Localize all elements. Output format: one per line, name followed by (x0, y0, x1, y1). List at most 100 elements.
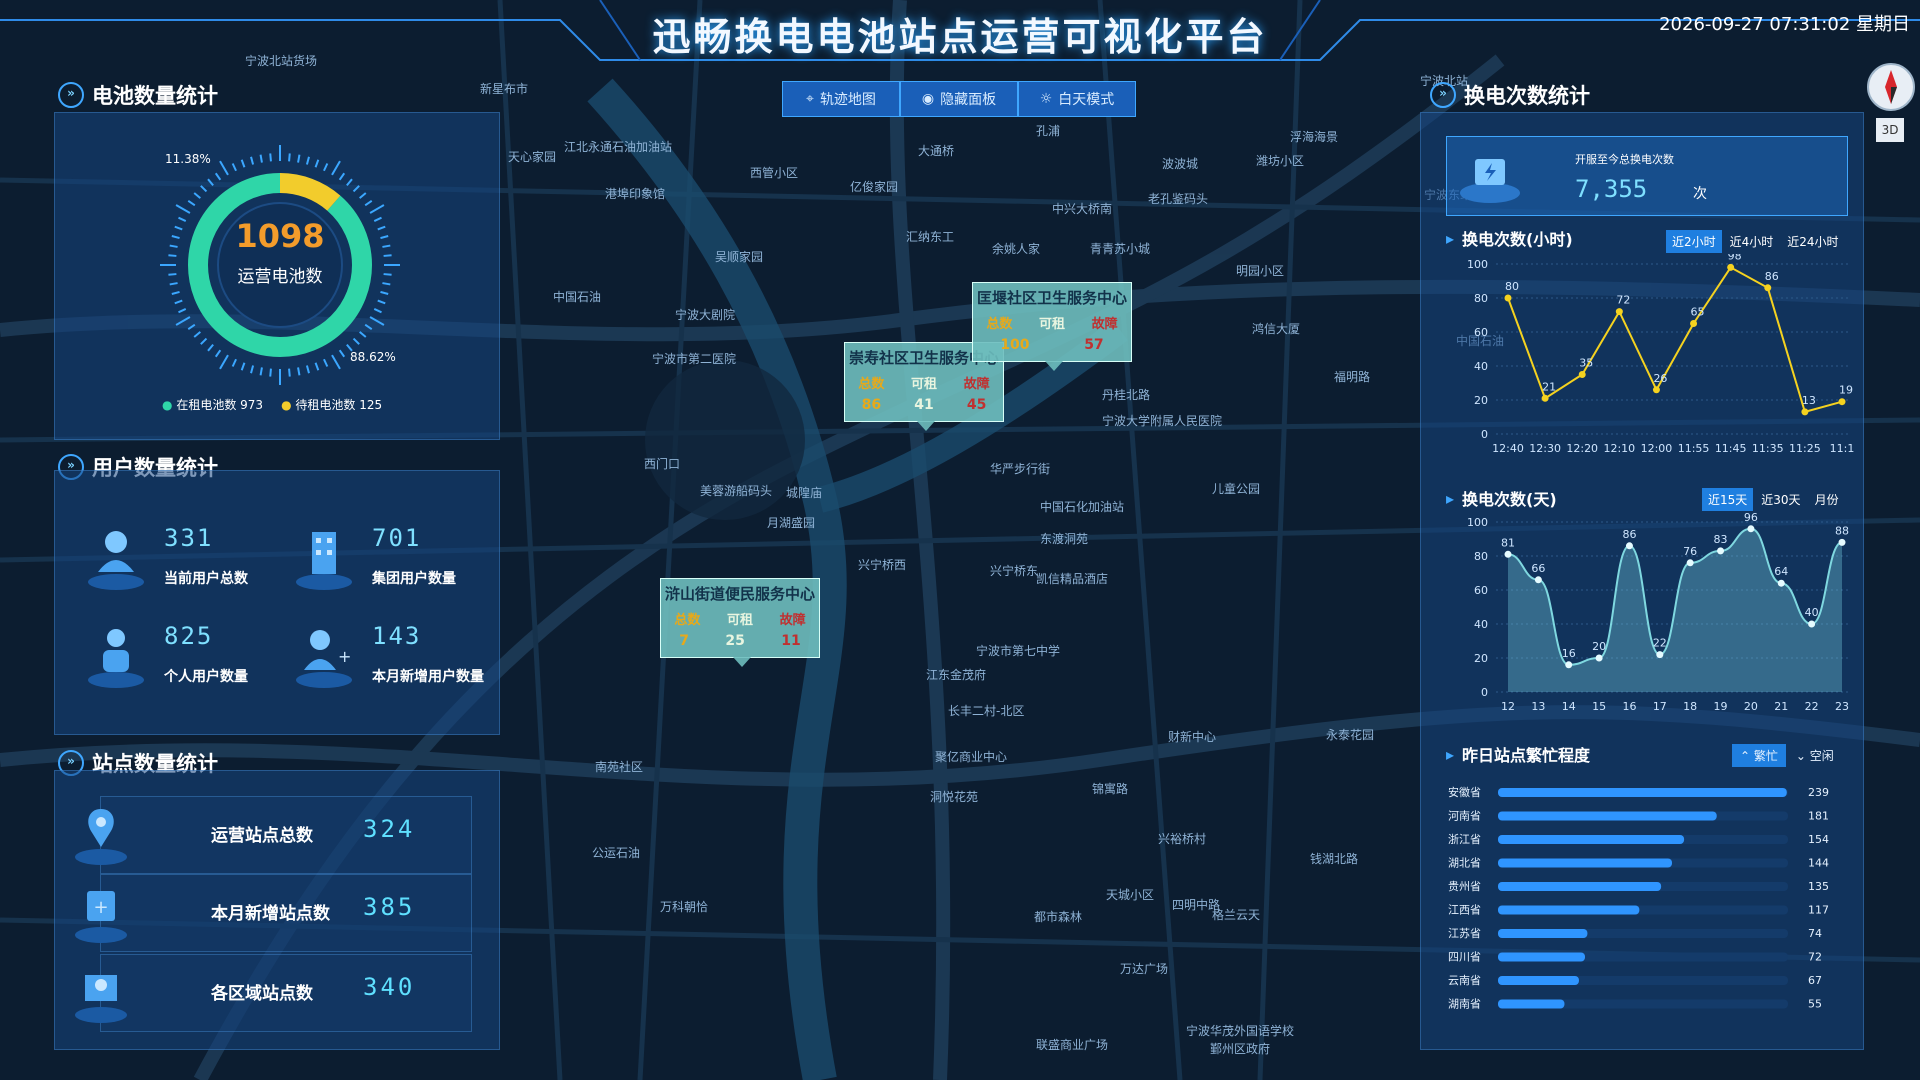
map-label: 鄞州区政府 (1210, 1042, 1271, 1056)
map-label: 宁波大学附属人民医院 (1102, 414, 1223, 428)
legend-dot-rented: ● (162, 398, 173, 412)
x-tick-label: 20 (1744, 700, 1758, 713)
map-station-popup[interactable]: 匡堰社区卫生服务中心 总数 可租 故障 100 57 (972, 282, 1132, 371)
busy-bar (1498, 976, 1579, 985)
svg-text:+: + (93, 897, 108, 918)
map-label: 南苑社区 (595, 760, 644, 774)
popup-pointer (917, 421, 935, 431)
donut-tick (214, 349, 222, 358)
daily-data-label: 66 (1531, 562, 1545, 575)
donut-tick (169, 244, 178, 248)
hourly-point (1504, 294, 1512, 302)
busy-button[interactable]: ⌃ 繁忙 (1732, 744, 1786, 767)
donut-tick (288, 153, 291, 162)
daily-point (1717, 547, 1725, 555)
donut-tick (373, 308, 382, 314)
legend-waiting: ● 待租电池数 125 (281, 398, 383, 412)
tab-15d[interactable]: 近15天 (1702, 488, 1754, 511)
donut-tick (331, 160, 341, 176)
map-label: 宁波大剧院 (675, 308, 736, 322)
idle-button[interactable]: ⌄ 空闲 (1792, 744, 1838, 767)
track-map-button[interactable]: ⌖ 轨迹地图 (782, 81, 900, 117)
busy-value-label: 144 (1808, 857, 1829, 870)
map-label: 月湖盛园 (767, 516, 816, 530)
battery-total-label: 运营电池数 (238, 267, 323, 287)
col-total: 总数 (858, 377, 885, 392)
donut-tick (383, 254, 392, 257)
map-label: 美蓉游船码头 (700, 484, 773, 498)
donut-tick (174, 299, 183, 305)
x-tick-label: 11:1 (1830, 442, 1855, 455)
map-station-popup[interactable]: 浒山街道便民服务中心 总数 可租 故障 7 25 11 (660, 578, 820, 667)
map-label: 儿童公园 (1212, 482, 1261, 496)
tab-2h[interactable]: 近2小时 (1666, 230, 1722, 253)
busy-category-label: 四川省 (1448, 951, 1481, 964)
map-label: 港埠印象馆 (605, 187, 666, 201)
donut-tick (305, 365, 310, 374)
daily-data-label: 20 (1592, 640, 1606, 653)
tab-30d[interactable]: 近30天 (1755, 488, 1806, 511)
donut-tick (269, 368, 272, 377)
hourly-data-label: 98 (1728, 254, 1742, 262)
donut-tick (352, 185, 360, 193)
chevron-icon: » (1430, 82, 1456, 108)
map-label: 格兰云天 (1212, 908, 1261, 922)
map-label: 洞悦花苑 (930, 790, 979, 804)
donut-tick (175, 204, 191, 214)
map-label: 鸿信大厦 (1252, 322, 1301, 336)
busy-bar (1498, 788, 1787, 797)
map-label: 中国石化加油站 (1040, 500, 1125, 514)
daily-data-label: 96 (1744, 512, 1758, 524)
hourly-data-label: 19 (1839, 384, 1853, 397)
map-label: 吴顺家园 (715, 250, 764, 264)
map-label: 宁波市第二医院 (652, 352, 737, 366)
eye-icon: ◉ (921, 91, 935, 107)
sun-icon: ☼ (1039, 91, 1053, 107)
donut-tick (231, 163, 237, 172)
hourly-point (1652, 386, 1660, 394)
station-stat-new: + 本月新增站点数 385 (75, 874, 472, 952)
location-icon (75, 809, 127, 865)
arrow-icon: ▸ (1446, 488, 1455, 508)
map-label: 波波城 (1162, 157, 1199, 171)
station-stat-total: 运营站点总数 324 (75, 796, 472, 874)
user-stat-total: 331 当前用户总数 (86, 524, 286, 604)
val-rentable: 25 (725, 633, 745, 649)
map-label: 兴宁桥东 (990, 564, 1039, 578)
map-label: 亿俊家园 (850, 180, 899, 194)
map-label: 余姚人家 (992, 242, 1041, 256)
hide-panel-button[interactable]: ◉ 隐藏面板 (900, 81, 1018, 117)
y-tick-label: 80 (1474, 550, 1488, 563)
daily-point (1686, 559, 1694, 567)
legend-dot-waiting: ● (281, 398, 292, 412)
pct-waiting-label: 11.38% (165, 152, 211, 166)
val-total: 100 (1000, 337, 1030, 353)
user-stat-label: 个人用户数量 (164, 669, 248, 685)
daily-point (1656, 651, 1664, 659)
user-stat-value: 701 (372, 524, 422, 552)
donut-tick (359, 331, 367, 338)
donut-tick (171, 290, 180, 295)
col-total: 总数 (986, 317, 1013, 332)
col-rentable: 可租 (726, 613, 753, 628)
battery-total-value: 1098 (235, 217, 324, 255)
day-mode-button[interactable]: ☼ 白天模式 (1018, 81, 1136, 117)
compass-icon[interactable] (1866, 62, 1916, 112)
x-tick-label: 21 (1774, 700, 1788, 713)
val-total: 86 (861, 397, 882, 413)
busy-category-label: 湖北省 (1448, 857, 1481, 870)
daily-point (1565, 661, 1573, 669)
donut-tick (175, 316, 191, 326)
map-label: 福明路 (1334, 370, 1371, 384)
donut-tick (207, 178, 214, 186)
map-label: 宁波市第七中学 (976, 644, 1061, 658)
tab-month[interactable]: 月份 (1809, 488, 1845, 511)
map-label: 东渡洞苑 (1040, 532, 1089, 546)
tab-24h[interactable]: 近24小时 (1781, 230, 1844, 253)
tab-4h[interactable]: 近4小时 (1724, 230, 1780, 253)
user-icon (88, 531, 144, 590)
x-tick-label: 17 (1653, 700, 1667, 713)
3d-toggle-button[interactable]: 3D (1876, 118, 1904, 142)
map-label: 江东金茂府 (926, 668, 987, 682)
building-icon (296, 532, 352, 590)
